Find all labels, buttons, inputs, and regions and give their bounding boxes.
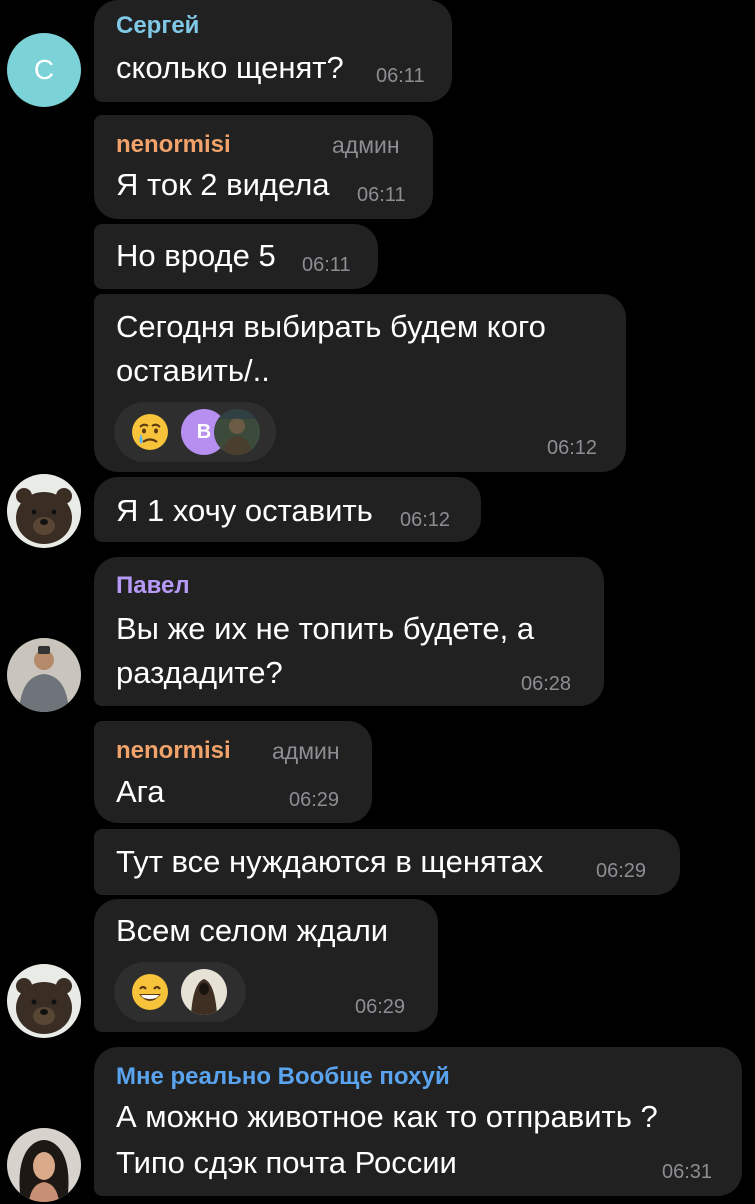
grinning-face-icon bbox=[132, 974, 168, 1010]
reaction-avatar-letter: В bbox=[196, 420, 212, 443]
message-time: 06:12 bbox=[547, 437, 598, 459]
user-photo-icon[interactable] bbox=[7, 1128, 81, 1202]
admin-badge: админ bbox=[272, 738, 340, 764]
message-text: сколько щенят? bbox=[116, 50, 344, 85]
message-time: 06:31 bbox=[662, 1161, 713, 1183]
user-photo-icon[interactable] bbox=[214, 409, 260, 455]
message-bubble[interactable]: Но вроде 5 06:11 bbox=[94, 224, 378, 289]
crying-face-icon bbox=[132, 414, 168, 450]
message-text-line: Сегодня выбирать будем кого bbox=[116, 309, 546, 344]
message-text: Всем селом ждали bbox=[116, 913, 389, 948]
message-bubble[interactable]: Мне реально Вообще похуй А можно животно… bbox=[94, 1047, 742, 1196]
message-time: 06:11 bbox=[376, 65, 425, 87]
sender-name[interactable]: nenormisi bbox=[116, 737, 231, 765]
user-photo-icon[interactable] bbox=[7, 638, 81, 712]
message-text-line: Вы же их не топить будете, а bbox=[116, 611, 535, 646]
bear-photo-icon[interactable] bbox=[7, 474, 81, 548]
reaction-pill[interactable]: В bbox=[114, 402, 276, 462]
message-bubble[interactable]: Всем селом ждали 06:29 bbox=[94, 899, 438, 1032]
message-text-line: раздадите? bbox=[116, 655, 283, 690]
message-time: 06:11 bbox=[357, 184, 406, 206]
message-time: 06:28 bbox=[521, 673, 572, 695]
avatar-letter: С bbox=[33, 54, 55, 85]
message-bubble[interactable]: nenormisi админ Ага 06:29 bbox=[94, 721, 372, 823]
message-text: Но вроде 5 bbox=[116, 238, 276, 273]
sender-name[interactable]: nenormisi bbox=[116, 131, 231, 159]
message-bubble[interactable]: Тут все нуждаются в щенятах 06:29 bbox=[94, 829, 680, 895]
message-bubble[interactable]: Сергей сколько щенят? 06:11 bbox=[94, 0, 452, 102]
message-text-line: А можно животное как то отправить ? bbox=[116, 1099, 658, 1134]
sender-avatar[interactable]: С bbox=[7, 33, 81, 107]
message-bubble[interactable]: nenormisi админ Я ток 2 видела 06:11 bbox=[94, 115, 433, 219]
message-text-line: Типо сдэк почта России bbox=[116, 1145, 457, 1180]
admin-badge: админ bbox=[332, 132, 400, 158]
bear-photo-icon[interactable] bbox=[7, 964, 81, 1038]
user-photo-icon[interactable] bbox=[181, 969, 227, 1015]
message-time: 06:29 bbox=[289, 789, 340, 811]
message-bubble[interactable]: Сегодня выбирать будем кого оставить/.. … bbox=[94, 294, 626, 472]
message-bubble[interactable]: Я 1 хочу оставить 06:12 bbox=[94, 477, 481, 542]
message-text: Ага bbox=[116, 774, 165, 809]
message-text: Тут все нуждаются в щенятах bbox=[116, 844, 544, 879]
message-time: 06:29 bbox=[355, 996, 406, 1018]
message-text: Я ток 2 видела bbox=[116, 167, 330, 202]
message-time: 06:29 bbox=[596, 860, 647, 882]
message-time: 06:11 bbox=[302, 254, 351, 276]
sender-name[interactable]: Сергей bbox=[116, 12, 199, 40]
reaction-pill[interactable] bbox=[114, 962, 246, 1022]
message-text-line: оставить/.. bbox=[116, 353, 270, 388]
sender-name[interactable]: Павел bbox=[116, 572, 190, 600]
message-text: Я 1 хочу оставить bbox=[116, 493, 373, 528]
sender-name[interactable]: Мне реально Вообще похуй bbox=[116, 1063, 450, 1091]
message-time: 06:12 bbox=[400, 509, 451, 531]
message-bubble[interactable]: Павел Вы же их не топить будете, а разда… bbox=[94, 557, 604, 706]
